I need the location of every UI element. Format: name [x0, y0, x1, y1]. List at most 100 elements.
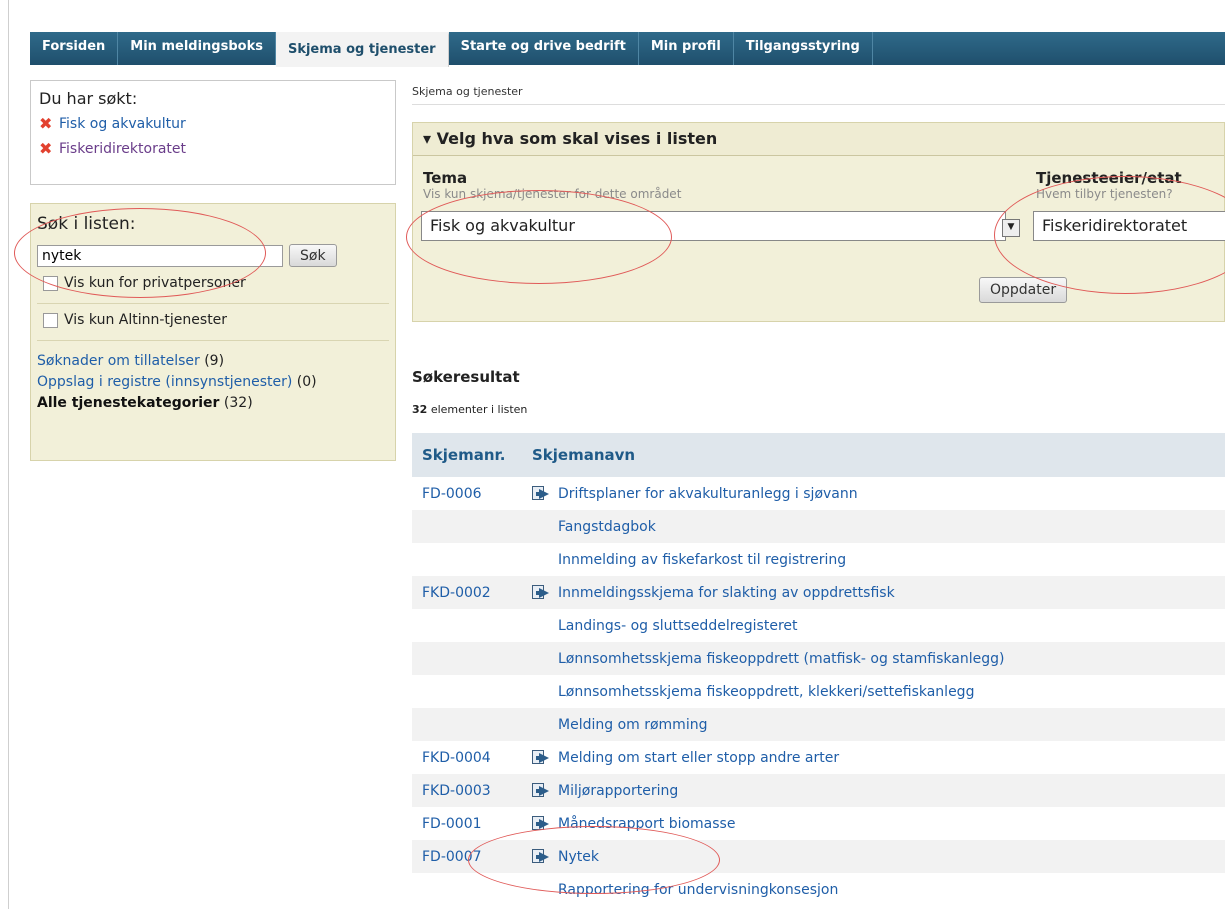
row-icon-cell — [526, 486, 558, 501]
table-row: Innmelding av fiskefarkost til registrer… — [412, 543, 1225, 576]
active-filter-tema[interactable]: ✖ Fisk og akvakultur — [39, 114, 387, 133]
electronic-form-icon — [532, 750, 552, 765]
active-filter-link[interactable]: Fisk og akvakultur — [59, 116, 186, 132]
results-count-suffix: elementer i listen — [430, 403, 528, 416]
category-count: (9) — [204, 353, 225, 369]
form-name-link[interactable]: Innmeldingsskjema for slakting av oppdre… — [558, 585, 895, 601]
private-only-label: Vis kun for privatpersoner — [64, 275, 246, 291]
results-body: FD-0006 Driftsplaner for akvakulturanlegg… — [412, 477, 1225, 906]
category-item[interactable]: Oppslag i registre (innsynstjenester) (0… — [37, 372, 389, 393]
row-icon-cell — [526, 849, 558, 864]
row-icon-cell — [526, 783, 558, 798]
breadcrumb-divider — [412, 104, 1225, 105]
nav-tab[interactable]: Skjema og tjenester — [275, 32, 449, 67]
form-number: FD-0001 — [422, 815, 482, 832]
tema-select[interactable]: Fisk og akvakultur — [421, 211, 1006, 241]
owner-hint: Hvem tilbyr tjenesten? — [1036, 187, 1173, 201]
table-row: FD-0006 Driftsplaner for akvakulturanlegg… — [412, 477, 1225, 510]
results-header-row: Skjemanr. Skjemanavn — [412, 433, 1225, 477]
table-row: FD-0007 Nytek — [412, 840, 1225, 873]
category-list: Søknader om tillatelser (9) Oppslag i reg… — [37, 351, 389, 414]
electronic-form-icon — [532, 486, 552, 501]
breadcrumb[interactable]: Skjema og tjenester — [412, 85, 523, 98]
search-button[interactable]: Søk — [289, 244, 337, 267]
tema-select-value: Fisk og akvakultur — [430, 216, 575, 235]
form-number: FKD-0003 — [422, 782, 491, 799]
form-number: FKD-0002 — [422, 584, 491, 601]
category-item[interactable]: Alle tjenestekategorier (32) — [37, 393, 389, 414]
search-in-list-box: Søk i listen: Søk Vis kun for privatpers… — [30, 203, 396, 461]
active-filter-link[interactable]: Fiskeridirektoratet — [59, 141, 186, 157]
table-row: Lønnsomhetsskjema fiskeoppdrett, klekker… — [412, 675, 1225, 708]
nav-tab[interactable]: Starte og drive bedrift — [449, 32, 639, 65]
altinn-only-option[interactable]: Vis kun Altinn-tjenester — [37, 304, 389, 341]
tema-dropdown-icon[interactable]: ▼ — [1002, 219, 1020, 237]
active-filter-owner[interactable]: ✖ Fiskeridirektoratet — [39, 139, 387, 158]
column-header-number[interactable]: Skjemanr. — [412, 446, 522, 464]
table-row: FD-0001 Månedsrapport biomasse — [412, 807, 1225, 840]
form-name-link[interactable]: Nytek — [558, 849, 599, 865]
active-filters-heading: Du har søkt: — [39, 89, 138, 108]
row-icon-cell — [526, 585, 558, 600]
update-button[interactable]: Oppdater — [979, 277, 1068, 303]
category-item[interactable]: Søknader om tillatelser (9) — [37, 351, 389, 372]
main-navigation: Forsiden Min meldingsboks Skjema og tjenes… — [30, 32, 1225, 67]
category-link[interactable]: Søknader om tillatelser — [37, 353, 200, 369]
form-name-link[interactable]: Driftsplaner for akvakulturanlegg i sjøv… — [558, 486, 858, 502]
table-row: FKD-0003 Miljørapportering — [412, 774, 1225, 807]
form-name-link[interactable]: Lønnsomhetsskjema fiskeoppdrett, klekker… — [558, 684, 974, 700]
nav-tab[interactable]: Min profil — [639, 32, 734, 65]
table-row: FKD-0004 Melding om start eller stopp and… — [412, 741, 1225, 774]
electronic-form-icon — [532, 849, 552, 864]
nav-tab[interactable]: Min meldingsboks — [118, 32, 276, 65]
table-row: Fangstdagbok — [412, 510, 1225, 543]
results-table: Skjemanr. Skjemanavn FD-0006 Driftsplaner… — [412, 433, 1225, 906]
table-row: Rapportering for undervisningkonsesjon — [412, 873, 1225, 906]
form-name-link[interactable]: Landings- og sluttseddelregisteret — [558, 618, 798, 634]
search-in-list-heading: Søk i listen: — [37, 214, 136, 234]
active-filters-box: Du har søkt: ✖ Fisk og akvakultur ✖ Fisk… — [30, 80, 396, 185]
form-number: FKD-0004 — [422, 749, 491, 766]
category-count: (32) — [223, 395, 253, 411]
electronic-form-icon — [532, 816, 552, 831]
filter-panel-toggle[interactable]: ▾ Velg hva som skal vises i listen — [413, 123, 1224, 156]
category-link[interactable]: Alle tjenestekategorier — [37, 395, 219, 411]
owner-label: Tjenesteeier/etat — [1036, 169, 1182, 187]
owner-select-value: Fiskeridirektoratet — [1042, 216, 1188, 235]
electronic-form-icon — [532, 783, 552, 798]
electronic-form-icon — [532, 585, 552, 600]
row-icon-cell — [526, 816, 558, 831]
form-name-link[interactable]: Melding om rømming — [558, 717, 707, 733]
form-name-link[interactable]: Månedsrapport biomasse — [558, 816, 735, 832]
nav-tab[interactable]: Tilgangsstyring — [734, 32, 873, 65]
table-row: Melding om rømming — [412, 708, 1225, 741]
category-link[interactable]: Oppslag i registre (innsynstjenester) — [37, 374, 292, 390]
owner-select[interactable]: Fiskeridirektoratet — [1033, 211, 1225, 241]
nav-tab[interactable]: Forsiden — [30, 32, 119, 65]
private-only-checkbox[interactable] — [43, 275, 58, 291]
remove-filter-icon[interactable]: ✖ — [39, 114, 53, 133]
page-left-border — [8, 0, 9, 909]
form-name-link[interactable]: Melding om start eller stopp andre arter — [558, 750, 839, 766]
nav-filler — [873, 32, 1225, 65]
tema-label: Tema — [423, 169, 468, 187]
private-only-option[interactable]: Vis kun for privatpersoner — [37, 267, 389, 304]
search-input[interactable] — [37, 244, 283, 267]
form-name-link[interactable]: Innmelding av fiskefarkost til registrer… — [558, 552, 846, 568]
tema-hint: Vis kun skjema/tjenester for dette områd… — [423, 187, 682, 201]
category-count: (0) — [296, 374, 317, 390]
altinn-only-checkbox[interactable] — [43, 312, 58, 328]
results-heading: Søkeresultat — [412, 368, 520, 386]
form-name-link[interactable]: Rapportering for undervisningkonsesjon — [558, 882, 838, 898]
results-count-number: 32 — [412, 403, 428, 416]
remove-filter-icon[interactable]: ✖ — [39, 139, 53, 158]
altinn-only-label: Vis kun Altinn-tjenester — [64, 312, 228, 328]
list-filter-panel: ▾ Velg hva som skal vises i listen Tema … — [412, 122, 1225, 322]
table-row: Lønnsomhetsskjema fiskeoppdrett (matfisk… — [412, 642, 1225, 675]
column-header-name[interactable]: Skjemanavn — [522, 446, 635, 464]
form-name-link[interactable]: Fangstdagbok — [558, 519, 656, 535]
form-name-link[interactable]: Miljørapportering — [558, 783, 678, 799]
form-number: FD-0007 — [422, 848, 482, 865]
table-row: Landings- og sluttseddelregisteret — [412, 609, 1225, 642]
form-name-link[interactable]: Lønnsomhetsskjema fiskeoppdrett (matfisk… — [558, 651, 1004, 667]
